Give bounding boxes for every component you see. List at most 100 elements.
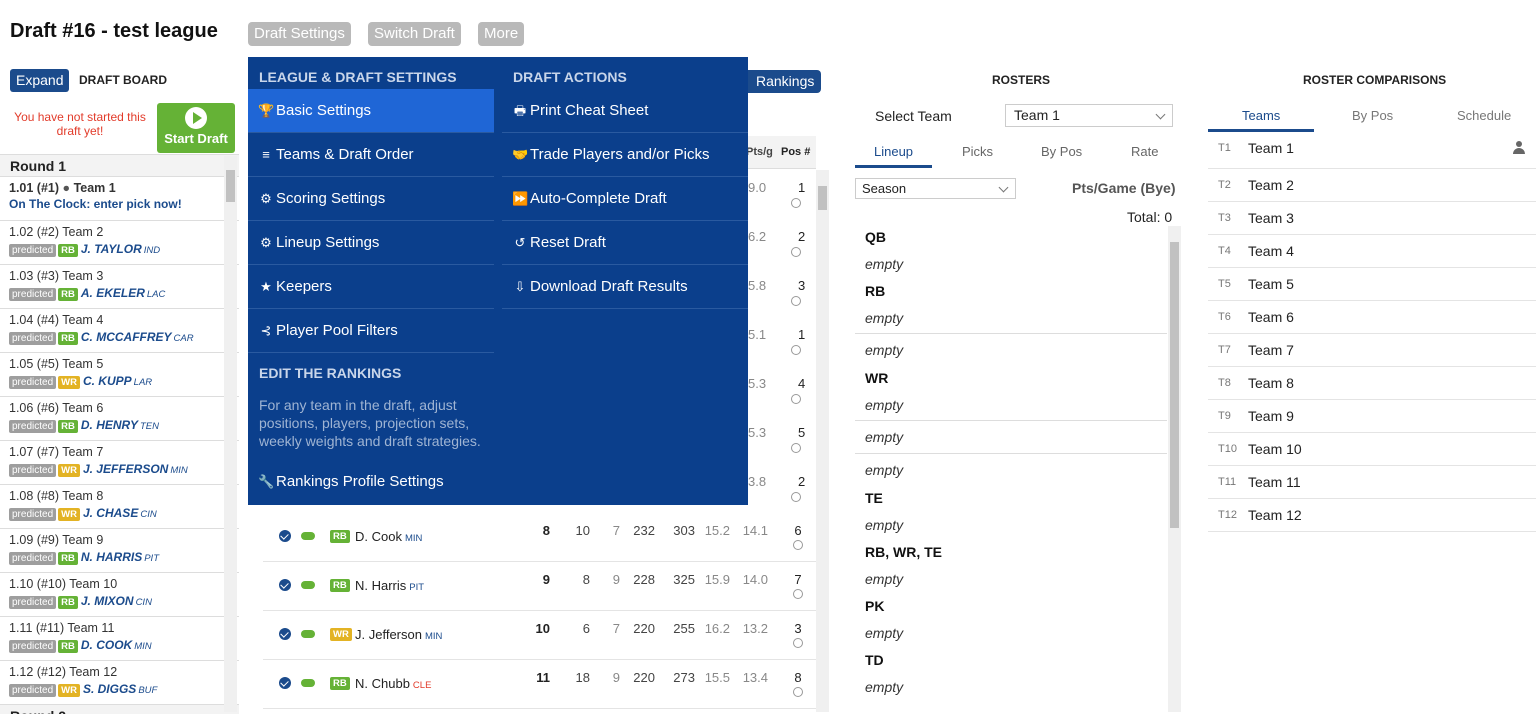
pick-row[interactable]: 1.12 (#12) Team 12 predicted WR S. DIGGS BUF bbox=[0, 661, 239, 705]
player-name: C. KUPP bbox=[82, 374, 132, 388]
rankings-button[interactable]: Rankings bbox=[748, 70, 822, 93]
target-icon[interactable] bbox=[791, 296, 801, 306]
team-row[interactable]: T7 Team 7 bbox=[1208, 334, 1536, 367]
target-icon[interactable] bbox=[791, 394, 801, 404]
menu-item-download-draft-results[interactable]: ⇩ Download Draft Results bbox=[502, 265, 748, 309]
pick-row[interactable]: 1.09 (#9) Team 9 predicted RB N. HARRIS PIT bbox=[0, 529, 239, 573]
team-row[interactable]: T4 Team 4 bbox=[1208, 235, 1536, 268]
player-name[interactable]: N. Harris PIT bbox=[355, 578, 424, 593]
target-icon[interactable] bbox=[791, 247, 801, 257]
pick-row[interactable]: 1.06 (#6) Team 6 predicted RB D. HENRY TEN bbox=[0, 397, 239, 441]
rankings-description: For any team in the draft, adjust positi… bbox=[259, 397, 481, 449]
menu-item-reset-draft[interactable]: ↺ Reset Draft bbox=[502, 221, 748, 265]
menu-item-keepers[interactable]: ★ Keepers bbox=[248, 265, 494, 309]
team-row[interactable]: T3 Team 3 bbox=[1208, 202, 1536, 235]
player-row[interactable]: WR J. Jefferson MIN 10 6 7 220 255 16.2 13.2 3 bbox=[263, 611, 816, 660]
check-circle-icon[interactable] bbox=[279, 530, 291, 542]
menu-item-auto-complete-draft[interactable]: ⏩ Auto-Complete Draft bbox=[502, 177, 748, 221]
position-badge: RB bbox=[330, 530, 350, 543]
target-icon[interactable] bbox=[793, 687, 803, 697]
menu-item-print-cheat-sheet[interactable]: 🖶 Print Cheat Sheet bbox=[502, 89, 748, 133]
player-name[interactable]: D. Cook MIN bbox=[355, 529, 422, 544]
col-pts: Pts/g bbox=[746, 146, 773, 158]
target-icon[interactable] bbox=[791, 443, 801, 453]
player-row[interactable]: RB D. Cook MIN 8 10 7 232 303 15.2 14.1 6 bbox=[263, 513, 816, 562]
team-row[interactable]: T6 Team 6 bbox=[1208, 301, 1536, 334]
pick-row[interactable]: 1.04 (#4) Team 4 predicted RB C. MCCAFFREY C… bbox=[0, 309, 239, 353]
pick-row[interactable]: 1.10 (#10) Team 10 predicted RB J. MIXON CIN bbox=[0, 573, 239, 617]
pick-row[interactable]: 1.05 (#5) Team 5 predicted WR C. KUPP LAR bbox=[0, 353, 239, 397]
pick-row[interactable]: 1.08 (#8) Team 8 predicted WR J. CHASE CIN bbox=[0, 485, 239, 529]
target-icon[interactable] bbox=[791, 492, 801, 502]
menu-item-rankings-profile[interactable]: 🔧 Rankings Profile Settings bbox=[248, 460, 494, 504]
team-row[interactable]: T5 Team 5 bbox=[1208, 268, 1536, 301]
target-icon[interactable] bbox=[791, 198, 801, 208]
team-row[interactable]: T11 Team 11 bbox=[1208, 466, 1536, 499]
team-row[interactable]: T1 Team 1 bbox=[1208, 132, 1536, 169]
target-icon[interactable] bbox=[791, 345, 801, 355]
slot-empty[interactable]: empty bbox=[855, 567, 1167, 594]
slot-empty[interactable]: empty bbox=[855, 393, 1167, 420]
player-list-scrollbar[interactable] bbox=[816, 170, 829, 712]
tab-rate[interactable]: Rate bbox=[1131, 144, 1158, 159]
menu-item-lineup-settings[interactable]: ⚙ Lineup Settings bbox=[248, 221, 494, 265]
tab-lineup[interactable]: Lineup bbox=[874, 144, 913, 159]
pick-label: 1.08 (#8) Team 8 bbox=[9, 489, 104, 503]
target-icon[interactable] bbox=[793, 589, 803, 599]
team-select[interactable]: Team 1 bbox=[1005, 104, 1173, 127]
target-icon[interactable] bbox=[793, 540, 803, 550]
check-circle-icon[interactable] bbox=[279, 628, 291, 640]
team-row[interactable]: T12 Team 12 bbox=[1208, 499, 1536, 532]
team-name: Team 6 bbox=[1248, 309, 1294, 325]
team-row[interactable]: T10 Team 10 bbox=[1208, 433, 1536, 466]
check-circle-icon[interactable] bbox=[279, 677, 291, 689]
tab-picks[interactable]: Picks bbox=[962, 144, 993, 159]
menu-item-basic-settings[interactable]: 🏆 Basic Settings bbox=[248, 89, 494, 133]
menu-item-trade-players-and-or-picks[interactable]: 🤝 Trade Players and/or Picks bbox=[502, 133, 748, 177]
player-row[interactable]: RB N. Chubb CLE 11 18 9 220 273 15.5 13.4 8 bbox=[263, 660, 816, 709]
scroll-thumb[interactable] bbox=[1170, 242, 1179, 528]
slot-empty[interactable]: empty bbox=[855, 513, 1167, 540]
slot-empty[interactable]: empty bbox=[855, 333, 1167, 366]
draft-settings-button[interactable]: Draft Settings bbox=[248, 22, 351, 46]
slot-empty[interactable]: empty bbox=[855, 252, 1167, 279]
switch-draft-button[interactable]: Switch Draft bbox=[368, 22, 461, 46]
slot-empty[interactable]: empty bbox=[855, 621, 1167, 648]
more-button[interactable]: More bbox=[478, 22, 525, 46]
scroll-thumb[interactable] bbox=[818, 186, 827, 210]
tab-schedule[interactable]: Schedule bbox=[1457, 108, 1511, 123]
player-name[interactable]: J. Jefferson MIN bbox=[355, 627, 442, 642]
pick-row[interactable]: 1.11 (#11) Team 11 predicted RB D. COOK MIN bbox=[0, 617, 239, 661]
slot-empty[interactable]: empty bbox=[855, 675, 1167, 702]
pick-row[interactable]: 1.03 (#3) Team 3 predicted RB A. EKELER LAC bbox=[0, 265, 239, 309]
start-draft-button[interactable]: Start Draft bbox=[157, 103, 235, 153]
pick-label: 1.04 (#4) Team 4 bbox=[9, 313, 104, 327]
slot-empty[interactable]: empty bbox=[855, 306, 1167, 333]
menu-item-teams-draft-order[interactable]: ≡ Teams & Draft Order bbox=[248, 133, 494, 177]
check-circle-icon[interactable] bbox=[279, 579, 291, 591]
expand-button[interactable]: Expand bbox=[10, 69, 70, 92]
team-row[interactable]: T9 Team 9 bbox=[1208, 400, 1536, 433]
slot-empty[interactable]: empty bbox=[855, 420, 1167, 453]
slot-position-label: PK bbox=[865, 598, 885, 614]
team-row[interactable]: T2 Team 2 bbox=[1208, 169, 1536, 202]
player-name[interactable]: N. Chubb CLE bbox=[355, 676, 431, 691]
tab-by-pos[interactable]: By Pos bbox=[1041, 144, 1082, 159]
draft-board-scrollbar[interactable] bbox=[224, 156, 237, 712]
slot-empty[interactable]: empty bbox=[855, 453, 1167, 486]
pick-row-current[interactable]: 1.01 (#1) ● Team 1 On The Clock: enter p… bbox=[0, 177, 239, 221]
period-select[interactable]: Season bbox=[855, 178, 1016, 199]
player-row[interactable]: RB N. Harris PIT 9 8 9 228 325 15.9 14.0 7 bbox=[263, 562, 816, 611]
tab-teams[interactable]: Teams bbox=[1242, 108, 1280, 123]
tab-by-pos-compare[interactable]: By Pos bbox=[1352, 108, 1393, 123]
roster-scrollbar[interactable] bbox=[1168, 226, 1181, 712]
team-row[interactable]: T8 Team 8 bbox=[1208, 367, 1536, 400]
scroll-thumb[interactable] bbox=[226, 170, 235, 202]
pick-row[interactable]: 1.02 (#2) Team 2 predicted RB J. TAYLOR IND bbox=[0, 221, 239, 265]
menu-item-scoring-settings[interactable]: ⚙ Scoring Settings bbox=[248, 177, 494, 221]
pick-row[interactable]: 1.07 (#7) Team 7 predicted WR J. JEFFERSON M… bbox=[0, 441, 239, 485]
stat-c5: 15.9 bbox=[704, 572, 730, 587]
menu-item-player-pool-filters[interactable]: ⊰ Player Pool Filters bbox=[248, 309, 494, 353]
team-name: Team 1 bbox=[1248, 140, 1294, 156]
target-icon[interactable] bbox=[793, 638, 803, 648]
